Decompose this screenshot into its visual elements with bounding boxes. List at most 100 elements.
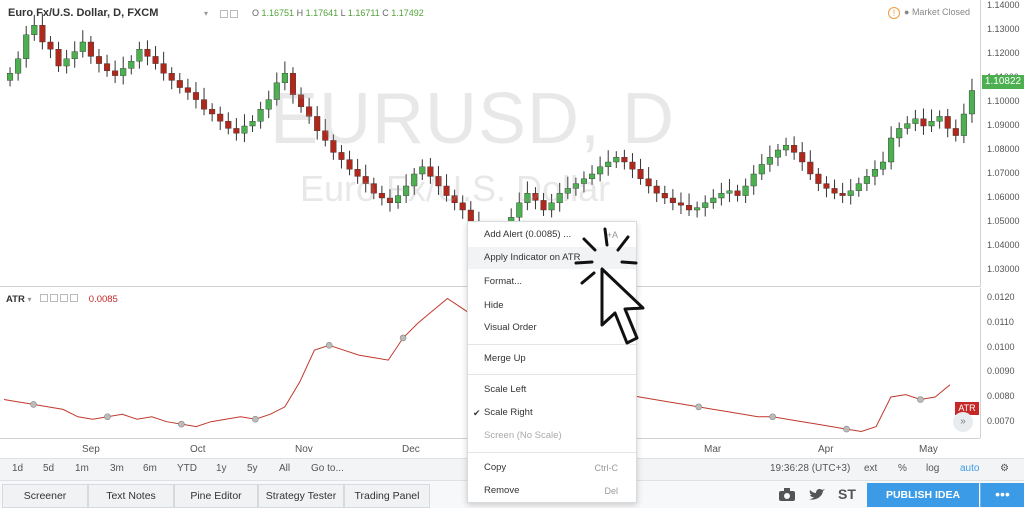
- price-scale[interactable]: 1.140001.130001.120001.110001.100001.090…: [980, 0, 1024, 287]
- menu-label: Scale Left: [484, 384, 527, 395]
- symbol-title[interactable]: Euro Fx/U.S. Dollar, D, FXCM: [8, 7, 158, 19]
- candle-body: [726, 190, 733, 194]
- goto-date-button[interactable]: Go to...: [311, 463, 344, 474]
- twitter-icon[interactable]: [808, 488, 826, 502]
- eye-icon[interactable]: [220, 10, 228, 18]
- range-3m[interactable]: 3m: [110, 463, 124, 474]
- atr-tick: 0.0070: [987, 415, 1015, 426]
- tab-strategy-tester[interactable]: Strategy Tester: [258, 484, 344, 508]
- menu-label: Scale Right: [484, 407, 533, 418]
- menu-scale-left[interactable]: Scale Left: [468, 379, 636, 401]
- candle-body: [791, 144, 798, 153]
- candle-body: [217, 113, 224, 122]
- tab-trading-panel[interactable]: Trading Panel: [344, 484, 430, 508]
- candle-body: [783, 144, 790, 151]
- candle-body: [168, 72, 175, 81]
- symbol-watermark: EURUSD, D: [270, 79, 676, 159]
- candle-body: [605, 161, 612, 168]
- candle-body: [31, 25, 38, 36]
- price-tick: 1.03000: [987, 264, 1020, 274]
- price-tick: 1.10000: [987, 96, 1020, 106]
- month-label: Nov: [295, 444, 313, 455]
- atr-eye-icon[interactable]: [40, 294, 49, 302]
- warning-icon[interactable]: !: [888, 7, 900, 19]
- menu-separator: [468, 374, 636, 375]
- atr-point-marker: [325, 341, 333, 349]
- atr-title[interactable]: ATR: [6, 294, 25, 305]
- atr-point-marker: [30, 401, 37, 408]
- range-all[interactable]: All: [279, 463, 290, 474]
- atr-settings-icon[interactable]: [50, 294, 59, 302]
- close-label: C: [382, 8, 389, 18]
- clock[interactable]: 19:36:28 (UTC+3): [770, 463, 850, 474]
- range-ytd[interactable]: YTD: [177, 463, 197, 474]
- tab-text-notes[interactable]: Text Notes: [88, 484, 174, 508]
- candle-body: [71, 51, 78, 59]
- range-1m[interactable]: 1m: [75, 463, 89, 474]
- atr-tick: 0.0080: [987, 391, 1015, 402]
- tab-pine-editor[interactable]: Pine Editor: [174, 484, 258, 508]
- candle-body: [249, 120, 256, 127]
- menu-label: Merge Up: [484, 353, 526, 364]
- atr-point-marker: [104, 413, 111, 421]
- settings-icon[interactable]: [230, 10, 238, 18]
- tab-screener[interactable]: Screener: [2, 484, 88, 508]
- candle-body: [871, 168, 878, 177]
- range-6m[interactable]: 6m: [143, 463, 157, 474]
- candle-body: [710, 197, 717, 203]
- atr-dropdown-icon[interactable]: ▾: [27, 295, 31, 304]
- candle-body: [47, 41, 54, 50]
- auto-scale-toggle[interactable]: auto: [960, 463, 979, 474]
- camera-icon[interactable]: [778, 488, 796, 502]
- open-label: O: [252, 8, 260, 18]
- menu-merge-up[interactable]: Merge Up: [468, 348, 636, 370]
- scroll-right-button[interactable]: »: [953, 412, 973, 432]
- checkmark-icon: ✔: [473, 408, 481, 418]
- candle-body: [192, 92, 199, 100]
- atr-scale[interactable]: 0.0120 0.0110 0.0100 0.0090 0.0080 0.0070: [980, 288, 1024, 438]
- more-options-button[interactable]: •••: [980, 483, 1024, 507]
- stocktwits-icon[interactable]: ST: [838, 486, 856, 502]
- menu-label: Hide: [484, 300, 504, 311]
- price-tick: 1.09000: [987, 120, 1020, 130]
- candle-body: [653, 185, 660, 194]
- menu-copy[interactable]: Copy Ctrl-C: [468, 457, 636, 479]
- menu-label: Format...: [484, 276, 523, 287]
- gear-icon[interactable]: ⚙: [1000, 463, 1009, 474]
- price-tick: 1.05000: [987, 216, 1020, 226]
- menu-remove[interactable]: Remove Del: [468, 480, 636, 502]
- percent-scale-toggle[interactable]: %: [898, 463, 907, 474]
- atr-tick: 0.0100: [987, 341, 1015, 352]
- candle-body: [128, 61, 135, 69]
- extended-hours-toggle[interactable]: ext: [864, 463, 877, 474]
- log-scale-toggle[interactable]: log: [926, 463, 939, 474]
- candle-body: [831, 188, 838, 194]
- candle-body: [112, 70, 119, 76]
- candle-body: [702, 202, 709, 208]
- menu-screen-no-scale[interactable]: Screen (No Scale): [468, 425, 636, 447]
- menu-label: Apply Indicator on ATR: [484, 252, 581, 263]
- candle-body: [7, 72, 14, 81]
- atr-point-marker: [695, 403, 703, 411]
- candle-body: [15, 58, 22, 74]
- atr-tick: 0.0120: [987, 292, 1015, 303]
- atr-add-icon[interactable]: [60, 294, 69, 302]
- candle-body: [968, 90, 975, 115]
- atr-legend: ATR ▾ 0.0085: [6, 294, 118, 305]
- menu-scale-right[interactable]: ✔ Scale Right: [468, 402, 636, 424]
- atr-close-icon[interactable]: [70, 294, 79, 302]
- candle-body: [944, 116, 951, 129]
- candle-body: [152, 56, 159, 64]
- candle-body: [799, 152, 806, 163]
- atr-point-marker: [178, 420, 185, 428]
- menu-shortcut: Del: [604, 486, 618, 496]
- range-5y[interactable]: 5y: [247, 463, 258, 474]
- range-5d[interactable]: 5d: [43, 463, 54, 474]
- legend-dropdown-icon[interactable]: ▾: [204, 9, 208, 18]
- range-1d[interactable]: 1d: [12, 463, 23, 474]
- candle-body: [63, 58, 70, 67]
- range-1y[interactable]: 1y: [216, 463, 227, 474]
- atr-tick: 0.0110: [987, 317, 1014, 328]
- candle-body: [87, 41, 94, 57]
- publish-idea-button[interactable]: PUBLISH IDEA: [867, 483, 979, 507]
